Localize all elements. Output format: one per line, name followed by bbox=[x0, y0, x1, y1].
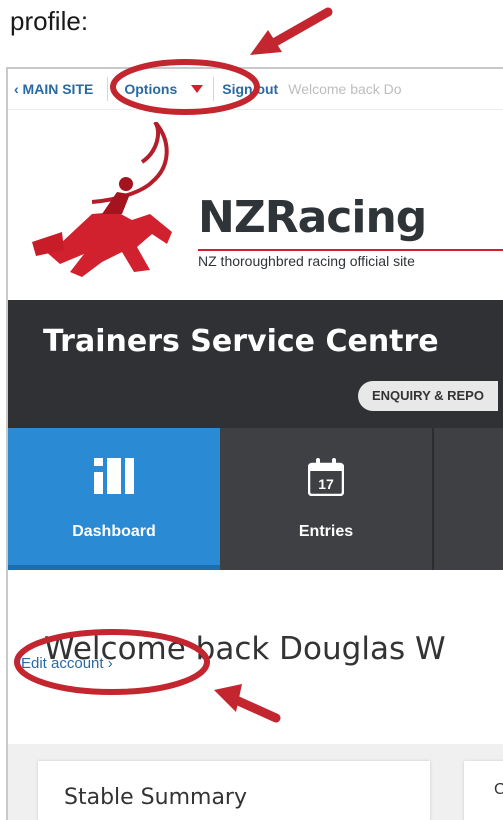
secondary-card: C bbox=[464, 761, 503, 820]
dashboard-icon bbox=[94, 458, 134, 494]
stable-summary-title: Stable Summary bbox=[64, 785, 247, 810]
stable-summary-card: Stable Summary bbox=[38, 761, 430, 820]
nav-tile-more[interactable] bbox=[434, 428, 503, 570]
page-title: Trainers Service Centre bbox=[43, 324, 439, 359]
dashboard-cards-area: Stable Summary C bbox=[8, 744, 503, 820]
racehorse-logo-icon bbox=[32, 122, 172, 277]
options-link[interactable]: Options bbox=[124, 81, 177, 97]
brand-tagline: NZ thoroughbred racing official site bbox=[198, 249, 503, 269]
calendar-icon: 17 bbox=[308, 458, 344, 496]
options-caret-icon[interactable] bbox=[191, 85, 204, 93]
nav-label-dashboard: Dashboard bbox=[72, 523, 156, 540]
sign-out-link[interactable]: Sign out bbox=[214, 81, 288, 97]
nav-tile-entries[interactable]: 17 Entries bbox=[220, 428, 434, 570]
main-nav: Dashboard 17 Entries bbox=[8, 428, 503, 570]
brand-header: NZRacing NZ thoroughbred racing official… bbox=[8, 110, 503, 300]
service-centre-header: Trainers Service Centre ENQUIRY & REPO bbox=[8, 300, 503, 428]
main-site-link[interactable]: ‹ MAIN SITE bbox=[8, 81, 107, 97]
annotation-arrowhead-options bbox=[250, 30, 282, 55]
nav-label-entries: Entries bbox=[298, 523, 354, 540]
enquiry-report-tab[interactable]: ENQUIRY & REPO bbox=[358, 381, 498, 411]
brand-name: NZRacing bbox=[198, 192, 427, 243]
welcome-greeting-small: Welcome back Do bbox=[288, 81, 402, 97]
calendar-day-number: 17 bbox=[318, 476, 334, 492]
top-utility-bar: ‹ MAIN SITE Options Sign out Welcome bac… bbox=[8, 69, 503, 110]
secondary-card-title: C bbox=[494, 781, 503, 799]
options-menu[interactable]: Options bbox=[108, 81, 213, 97]
edit-account-link[interactable]: Edit account › bbox=[21, 655, 113, 672]
browser-screenshot: ‹ MAIN SITE Options Sign out Welcome bac… bbox=[6, 67, 503, 820]
doc-caption: profile: bbox=[10, 6, 89, 36]
nav-tile-dashboard[interactable]: Dashboard bbox=[8, 428, 220, 570]
annotation-arrow-options bbox=[265, 7, 333, 50]
